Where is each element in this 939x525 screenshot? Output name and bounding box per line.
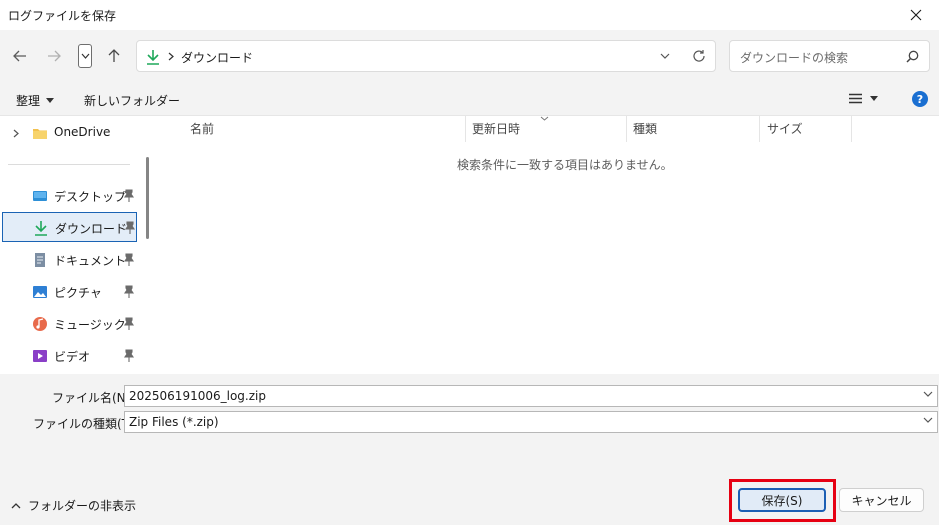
- pin-icon[interactable]: [123, 349, 135, 363]
- arrow-up-icon: [108, 49, 120, 62]
- refresh-icon[interactable]: [692, 49, 706, 63]
- pin-icon[interactable]: [123, 253, 135, 267]
- close-button[interactable]: [893, 0, 939, 30]
- filetype-select[interactable]: Zip Files (*.zip): [124, 411, 938, 433]
- chevron-up-icon: [11, 502, 21, 508]
- arrow-right-icon: [48, 50, 61, 62]
- breadcrumb-separator-icon: [168, 52, 174, 61]
- sidebar-item-onedrive[interactable]: OneDrive: [2, 118, 137, 148]
- title-bar: ログファイルを保存: [0, 0, 939, 30]
- up-button[interactable]: [100, 42, 128, 70]
- column-header-date-modified[interactable]: 更新日時: [472, 120, 520, 144]
- sidebar-item-music[interactable]: ミュージック: [2, 309, 137, 339]
- column-divider[interactable]: [851, 116, 852, 142]
- filename-label: ファイル名(N):: [52, 391, 135, 405]
- sidebar-item-downloads[interactable]: ダウンロード: [2, 212, 137, 242]
- video-icon: [33, 350, 47, 362]
- list-view-icon: [849, 93, 862, 104]
- sidebar-item-desktop[interactable]: デスクトップ: [2, 181, 137, 211]
- search-icon[interactable]: [906, 50, 919, 63]
- pin-icon[interactable]: [123, 317, 135, 331]
- highlight-box: [729, 479, 836, 522]
- pin-icon[interactable]: [124, 221, 136, 235]
- sidebar-item-label: ドキュメント: [54, 254, 127, 268]
- divider: [8, 164, 130, 165]
- address-bar[interactable]: ダウンロード: [136, 40, 716, 72]
- close-icon: [910, 9, 922, 21]
- arrow-left-icon: [13, 50, 26, 62]
- hide-folders-toggle[interactable]: フォルダーの非表示: [11, 497, 136, 514]
- help-icon: ?: [916, 92, 924, 106]
- sidebar-item-label: ビデオ: [54, 350, 91, 364]
- navigation-pane: OneDrive デスクトップ ダウンロード ドキュメント ピクチャ ミュージッ…: [0, 116, 157, 374]
- sidebar-item-label: ダウンロード: [55, 222, 128, 236]
- organize-label[interactable]: 整理: [16, 92, 40, 109]
- filetype-value[interactable]: Zip Files (*.zip): [129, 415, 219, 429]
- sort-indicator-icon: [540, 116, 549, 121]
- column-divider[interactable]: [759, 116, 760, 142]
- caret-down-icon: [46, 98, 55, 103]
- sidebar-scrollbar[interactable]: [146, 157, 149, 239]
- sidebar-item-label: OneDrive: [54, 125, 111, 139]
- empty-list-message: 検索条件に一致する項目はありません。: [457, 158, 673, 172]
- filetype-label: ファイルの種類(T):: [33, 417, 138, 431]
- column-divider[interactable]: [465, 116, 466, 142]
- sidebar-item-label: ミュージック: [54, 318, 126, 332]
- download-icon: [147, 50, 159, 65]
- sidebar-item-label: デスクトップ: [54, 190, 127, 204]
- filename-field[interactable]: 202506191006_log.zip: [124, 385, 938, 407]
- hide-folders-label[interactable]: フォルダーの非表示: [28, 497, 136, 514]
- breadcrumb-current[interactable]: ダウンロード: [181, 49, 253, 66]
- pin-icon[interactable]: [123, 189, 135, 203]
- sidebar-item-pictures[interactable]: ピクチャ: [2, 277, 137, 307]
- caret-down-icon: [870, 96, 878, 101]
- filename-value[interactable]: 202506191006_log.zip: [129, 389, 266, 403]
- sidebar-item-documents[interactable]: ドキュメント: [2, 245, 137, 275]
- command-bar: 整理 新しいフォルダー ?: [0, 84, 939, 116]
- folder-icon: [33, 129, 47, 139]
- download-icon: [35, 221, 47, 236]
- chevron-down-icon: [81, 53, 89, 59]
- chevron-down-icon[interactable]: [923, 417, 933, 423]
- music-icon: [33, 317, 47, 331]
- pin-icon[interactable]: [123, 285, 135, 299]
- column-divider[interactable]: [626, 116, 627, 142]
- window-title: ログファイルを保存: [8, 9, 117, 23]
- column-header-size[interactable]: サイズ: [767, 120, 803, 144]
- chevron-down-icon[interactable]: [660, 53, 670, 59]
- new-folder-button[interactable]: 新しいフォルダー: [84, 92, 180, 109]
- search-box[interactable]: ダウンロードの検索: [729, 40, 930, 72]
- sidebar-item-label: ピクチャ: [54, 286, 102, 300]
- document-icon: [35, 253, 45, 267]
- chevron-right-icon[interactable]: [13, 129, 19, 138]
- column-header-name[interactable]: 名前: [190, 120, 214, 144]
- view-options-button[interactable]: [849, 93, 878, 104]
- forward-button[interactable]: [40, 42, 68, 70]
- sidebar-item-videos[interactable]: ビデオ: [2, 341, 137, 371]
- organize-menu[interactable]: 整理: [16, 92, 55, 109]
- back-button[interactable]: [6, 42, 34, 70]
- search-placeholder[interactable]: ダウンロードの検索: [740, 49, 848, 66]
- help-button[interactable]: ?: [912, 91, 928, 107]
- desktop-icon: [33, 191, 47, 201]
- recent-locations-button[interactable]: [78, 44, 92, 68]
- file-list: 名前 更新日時 種類 サイズ 検索条件に一致する項目はありません。: [157, 116, 939, 374]
- picture-icon: [33, 286, 47, 298]
- chevron-down-icon[interactable]: [923, 391, 933, 397]
- column-header-type[interactable]: 種類: [633, 120, 657, 144]
- cancel-button[interactable]: キャンセル: [839, 488, 924, 512]
